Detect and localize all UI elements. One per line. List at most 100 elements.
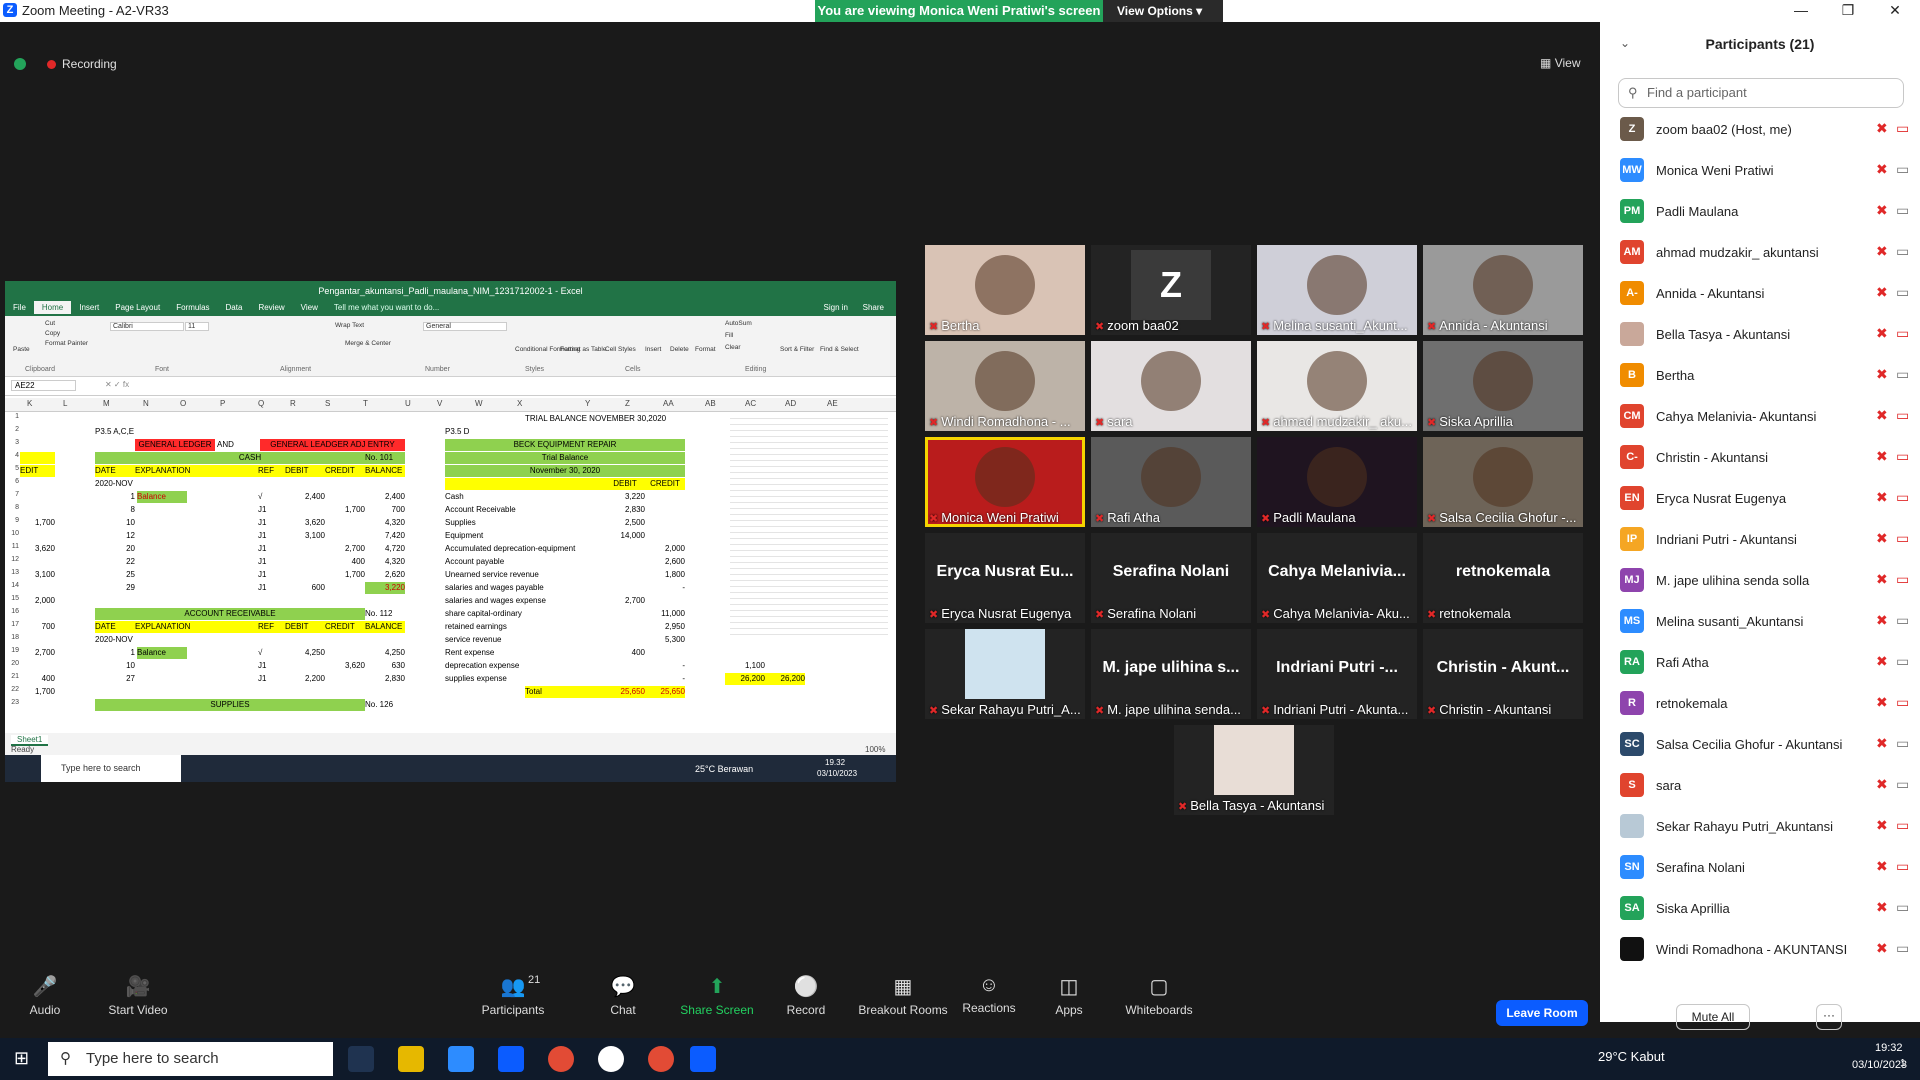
ribbon-btn-copy[interactable]: Copy [45,330,60,337]
font-name-box[interactable]: Calibri [110,322,184,331]
participant-row[interactable]: EN Eryca Nusrat Eugenya ✖ ▭ [1620,480,1910,514]
ribbon-btn-wrap-text[interactable]: Wrap Text [335,322,364,329]
ribbon-btn-paste[interactable]: Paste [13,346,30,353]
video-tile[interactable]: ✖ sara [1091,341,1251,431]
video-tile[interactable]: ✖ Windi Romadhona - ... [925,341,1085,431]
camera-off-icon[interactable]: ▭ [1896,120,1909,137]
muted-mic-icon[interactable]: ✖ [1876,940,1888,957]
chrome-profile-icon[interactable] [648,1046,674,1072]
excel-tab-file[interactable]: File [5,301,34,314]
camera-icon[interactable]: ▭ [1896,161,1909,178]
whiteboards-button[interactable]: ▢ Whiteboards [1114,974,1204,1017]
audio-button[interactable]: 🎤 Audio [0,974,90,1017]
video-tile[interactable]: ✖ Melina susanti_Akunt... [1257,245,1417,335]
muted-mic-icon[interactable]: ✖ [1876,530,1888,547]
ribbon-btn-delete[interactable]: Delete [670,346,689,353]
share-screen-button[interactable]: ⬆ Share Screen [672,974,762,1017]
muted-mic-icon[interactable]: ✖ [1876,366,1888,383]
video-tile[interactable]: retnokemala ✖ retnokemala [1423,533,1583,623]
record-button[interactable]: ⚪ Record [761,974,851,1017]
ribbon-btn-clear[interactable]: Clear [725,344,741,351]
participant-row[interactable]: C- Christin - Akuntansi ✖ ▭ [1620,439,1910,473]
share-link[interactable]: Share [855,301,892,314]
excel-tab-home[interactable]: Home [33,301,72,314]
minimize-icon[interactable]: — [1786,2,1816,18]
camera-icon[interactable]: ▭ [1896,284,1909,301]
video-tile[interactable]: Indriani Putri -... ✖ Indriani Putri - Aku… [1257,629,1417,719]
number-format-box[interactable]: General [423,322,507,331]
more-options-button[interactable]: ··· [1816,1004,1842,1030]
participant-row[interactable]: MS Melina susanti_Akuntansi ✖ ▭ [1620,603,1910,637]
muted-mic-icon[interactable]: ✖ [1876,407,1888,424]
camera-icon[interactable]: ▭ [1896,612,1909,629]
muted-mic-icon[interactable]: ✖ [1876,776,1888,793]
mail-icon[interactable] [498,1046,524,1072]
font-size-box[interactable]: 11 [185,322,209,331]
ribbon-btn-cut[interactable]: Cut [45,320,55,327]
excel-tab-data[interactable]: Data [218,301,251,314]
participant-row[interactable]: Bella Tasya - Akuntansi ✖ ▭ [1620,316,1910,350]
video-tile[interactable]: ✖ Bertha [925,245,1085,335]
participant-row[interactable]: SA Siska Aprillia ✖ ▭ [1620,890,1910,924]
participant-row[interactable]: RA Rafi Atha ✖ ▭ [1620,644,1910,678]
video-tile[interactable]: ✖ Rafi Atha [1091,437,1251,527]
close-icon[interactable]: ✕ [1880,2,1910,19]
camera-off-icon[interactable]: ▭ [1896,448,1909,465]
video-tile[interactable]: ✖ Padli Maulana [1257,437,1417,527]
camera-off-icon[interactable]: ▭ [1896,858,1909,875]
video-tile[interactable]: Eryca Nusrat Eu... ✖ Eryca Nusrat Eugenya [925,533,1085,623]
muted-mic-icon[interactable]: ✖ [1876,489,1888,506]
participant-row[interactable]: Windi Romadhona - AKUNTANSI ✖ ▭ [1620,931,1910,965]
muted-mic-icon[interactable]: ✖ [1876,653,1888,670]
ribbon-btn-merge-center[interactable]: Merge & Center [345,340,391,347]
video-tile[interactable]: Cahya Melanivia... ✖ Cahya Melanivia- Aku.… [1257,533,1417,623]
view-options-button[interactable]: View Options ▾ [1103,0,1223,22]
camera-icon[interactable]: ▭ [1896,940,1909,957]
muted-mic-icon[interactable]: ✖ [1876,858,1888,875]
participant-row[interactable]: PM Padli Maulana ✖ ▭ [1620,193,1910,227]
store-icon[interactable] [448,1046,474,1072]
camera-icon[interactable]: ▭ [1896,653,1909,670]
ribbon-btn-format-painter[interactable]: Format Painter [45,340,88,347]
participant-row[interactable]: A- Annida - Akuntansi ✖ ▭ [1620,275,1910,309]
ribbon-btn-sort-filter[interactable]: Sort & Filter [780,346,814,353]
camera-off-icon[interactable]: ▭ [1896,571,1909,588]
file-explorer-icon[interactable] [398,1046,424,1072]
zoom-taskbar-icon[interactable] [690,1046,716,1072]
video-tile[interactable]: Z ✖ zoom baa02 [1091,245,1251,335]
task-view-icon[interactable] [348,1046,374,1072]
muted-mic-icon[interactable]: ✖ [1876,899,1888,916]
ribbon-btn-format[interactable]: Format [695,346,716,353]
video-tile[interactable]: ✖ ahmad mudzakir_ aku... [1257,341,1417,431]
reactions-button[interactable]: ☺ Reactions [944,974,1034,1015]
camera-off-icon[interactable]: ▭ [1896,489,1909,506]
participant-row[interactable]: MJ M. jape ulihina senda solla ✖ ▭ [1620,562,1910,596]
muted-mic-icon[interactable]: ✖ [1876,448,1888,465]
ribbon-btn-autosum[interactable]: AutoSum [725,320,752,327]
participant-row[interactable]: AM ahmad mudzakir_ akuntansi ✖ ▭ [1620,234,1910,268]
leave-room-button[interactable]: Leave Room [1496,1000,1588,1026]
windows-start-icon[interactable]: ⊞ [14,1048,29,1069]
maximize-icon[interactable]: ❐ [1833,2,1863,19]
participant-row[interactable]: Rretnokemala ✖ ▭ [1620,685,1910,719]
video-tile[interactable]: ✖ Bella Tasya - Akuntansi [1174,725,1334,815]
muted-mic-icon[interactable]: ✖ [1876,243,1888,260]
video-tile[interactable]: ✖ Sekar Rahayu Putri_A... [925,629,1085,719]
taskbar-search-input[interactable]: ⚲ Type here to search [48,1042,333,1076]
participant-row[interactable]: SN Serafina Nolani ✖ ▭ [1620,849,1910,883]
participant-row[interactable]: CM Cahya Melanivia- Akuntansi ✖ ▭ [1620,398,1910,432]
muted-mic-icon[interactable]: ✖ [1876,817,1888,834]
excel-tab-review[interactable]: Review [250,301,292,314]
participant-row[interactable]: Zzoom baa02 (Host, me) ✖ ▭ [1620,111,1910,145]
tell-me-box[interactable]: Tell me what you want to do... [326,301,447,314]
sign-in-link[interactable]: Sign in [816,301,856,314]
video-tile[interactable]: ✖ Siska Aprillia [1423,341,1583,431]
muted-mic-icon[interactable]: ✖ [1876,161,1888,178]
start-video-button[interactable]: 🎥 Start Video [93,974,183,1017]
ribbon-btn-insert[interactable]: Insert [645,346,661,353]
muted-mic-icon[interactable]: ✖ [1876,202,1888,219]
camera-icon[interactable]: ▭ [1896,366,1909,383]
participant-row[interactable]: Sekar Rahayu Putri_Akuntansi ✖ ▭ [1620,808,1910,842]
participant-row[interactable]: Ssara ✖ ▭ [1620,767,1910,801]
chat-button[interactable]: 💬 Chat [578,974,668,1017]
